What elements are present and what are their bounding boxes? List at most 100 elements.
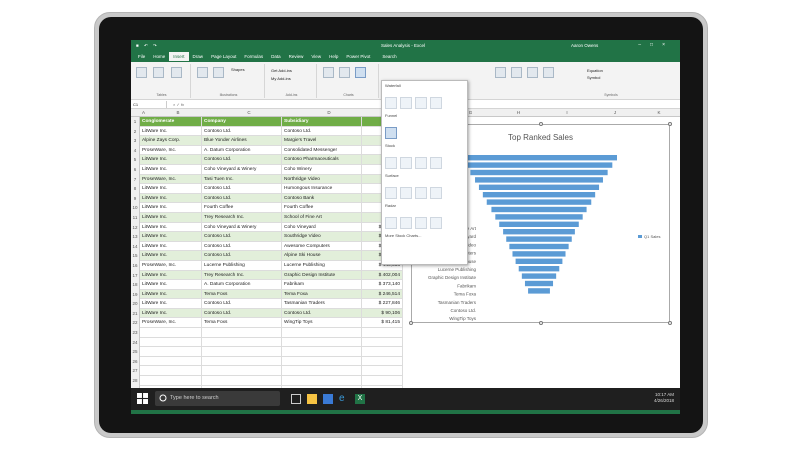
empty-cell[interactable] (282, 347, 362, 357)
link-icon[interactable] (527, 67, 538, 78)
column-header[interactable]: K (639, 110, 679, 115)
table-icon[interactable] (171, 67, 182, 78)
pivottable-icon[interactable] (136, 67, 147, 78)
table-cell[interactable]: Tema Foxs (202, 318, 282, 329)
row-header[interactable]: 8 (131, 184, 139, 194)
funnel-bar[interactable] (503, 229, 575, 235)
chart-option-icon[interactable] (415, 187, 427, 199)
row-header[interactable]: 19 (131, 290, 139, 300)
formula-icons[interactable]: × ✓ fx (167, 102, 184, 107)
table-cell[interactable]: ProseWare, Inc. (140, 260, 202, 271)
table-cell[interactable]: ProseWare, Inc. (140, 145, 202, 156)
funnel-bar[interactable] (491, 206, 587, 213)
ribbon-tab[interactable]: View (307, 52, 325, 61)
table-cell[interactable]: Contoso Ltd. (282, 308, 362, 319)
empty-cell[interactable] (362, 337, 403, 348)
table-cell[interactable]: Alpine Ski House (282, 251, 362, 261)
table-cell[interactable]: Trey Research Inc. (202, 212, 282, 223)
row-header[interactable]: 7 (131, 175, 139, 185)
ribbon-tab[interactable]: Page Layout (207, 52, 240, 61)
table-cell[interactable]: $ 246,514 (362, 289, 403, 300)
chart-option-icon[interactable] (430, 157, 442, 169)
table-cell[interactable]: School of Fine Art (282, 212, 362, 223)
table-cell[interactable]: Contoso Ltd. (202, 241, 282, 252)
table-cell[interactable]: Fourth Coffee (282, 203, 362, 213)
row-header[interactable]: 9 (131, 194, 139, 204)
funnel-bar[interactable] (475, 177, 603, 183)
funnel-bar[interactable] (478, 184, 600, 190)
table-cell[interactable]: Consolidated Messenger (282, 145, 362, 156)
chart-option-icon[interactable] (415, 217, 427, 229)
ribbon-tab[interactable]: Review (285, 52, 308, 61)
ribbon-tab[interactable]: Draw (189, 52, 208, 61)
get-addins-button[interactable]: Get Add-ins (271, 68, 292, 73)
empty-cell[interactable] (362, 328, 403, 338)
row-header[interactable]: 6 (131, 165, 139, 175)
my-addins-button[interactable]: My Add-ins (271, 76, 291, 81)
empty-cell[interactable] (362, 366, 403, 377)
chart-option-icon[interactable] (385, 157, 397, 169)
table-cell[interactable]: Tasmanian Traders (282, 299, 362, 309)
pictures-icon[interactable] (197, 67, 208, 78)
table-cell[interactable]: Tasi Tuen Inc. (202, 174, 282, 185)
row-header[interactable]: 4 (131, 146, 139, 156)
row-header[interactable]: 2 (131, 127, 139, 137)
table-cell[interactable]: Contoso Ltd. (202, 308, 282, 319)
bar-chart-icon[interactable] (339, 67, 350, 78)
funnel-chart-option-icon[interactable] (385, 127, 397, 139)
row-header[interactable]: 3 (131, 136, 139, 146)
empty-cell[interactable] (140, 356, 202, 367)
funnel-bar[interactable] (506, 236, 572, 242)
funnel-bar[interactable] (521, 273, 557, 279)
slicer-icon[interactable] (511, 67, 522, 78)
table-cell[interactable]: LitWare Inc. (140, 193, 202, 204)
funnel-bar[interactable] (465, 162, 613, 168)
table-cell[interactable]: Southridge Video (282, 232, 362, 242)
funnel-bar[interactable] (524, 280, 554, 287)
table-cell[interactable]: WingTip Toys (282, 318, 362, 329)
empty-cell[interactable] (202, 337, 282, 348)
table-cell[interactable]: Contoso Ltd. (202, 155, 282, 165)
empty-cell[interactable] (282, 366, 362, 377)
table-cell[interactable]: LitWare Inc. (140, 222, 202, 233)
recommended-charts-icon[interactable] (323, 67, 334, 78)
ribbon-tab[interactable]: Power Pivot (342, 52, 374, 61)
empty-cell[interactable] (140, 347, 202, 357)
table-cell[interactable]: Contoso Ltd. (202, 184, 282, 194)
column-header[interactable]: C (209, 110, 289, 115)
table-cell[interactable]: Graphic Design Institute (282, 270, 362, 281)
empty-cell[interactable] (282, 376, 362, 386)
sparkline-line-icon[interactable] (495, 67, 506, 78)
table-cell[interactable]: Tema Foxa (282, 289, 362, 300)
table-cell[interactable]: Alpine Zays Corp. (140, 136, 202, 146)
excel-icon[interactable]: X (355, 394, 365, 404)
row-header[interactable]: 15 (131, 251, 139, 261)
row-header[interactable]: 24 (131, 338, 139, 348)
column-header[interactable]: I (543, 110, 591, 115)
chart-option-icon[interactable] (400, 157, 412, 169)
funnel-bar[interactable] (518, 266, 560, 272)
table-header-cell[interactable]: Company (202, 117, 282, 127)
table-cell[interactable]: Lucerne Publishing (202, 260, 282, 271)
table-cell[interactable]: $ 373,140 (362, 280, 403, 290)
table-cell[interactable]: Coho Vineyard & Winery (202, 164, 282, 175)
column-header[interactable]: A (140, 110, 147, 115)
store-icon[interactable] (323, 394, 333, 404)
table-header-cell[interactable]: Subsidiary (282, 117, 362, 127)
table-cell[interactable]: Northridge Video (282, 174, 362, 185)
table-cell[interactable]: Contoso Ltd. (202, 126, 282, 137)
taskbar-search[interactable]: Type here to search (155, 391, 280, 406)
funnel-bar[interactable] (528, 288, 550, 294)
row-header[interactable]: 16 (131, 261, 139, 271)
table-cell[interactable]: Tema Foxs (202, 289, 282, 300)
table-cell[interactable]: Fourth Coffee (202, 203, 282, 213)
table-cell[interactable]: Contoso Ltd. (202, 232, 282, 242)
funnel-bar[interactable] (461, 155, 617, 161)
row-header[interactable]: 27 (131, 366, 139, 376)
column-header[interactable]: J (591, 110, 639, 115)
chart-option-icon[interactable] (430, 97, 442, 109)
table-cell[interactable]: ProseWare, Inc. (140, 174, 202, 185)
table-cell[interactable]: Contoso Pharmaceuticals (282, 155, 362, 165)
empty-cell[interactable] (140, 328, 202, 338)
table-cell[interactable]: LitWare Inc. (140, 212, 202, 223)
